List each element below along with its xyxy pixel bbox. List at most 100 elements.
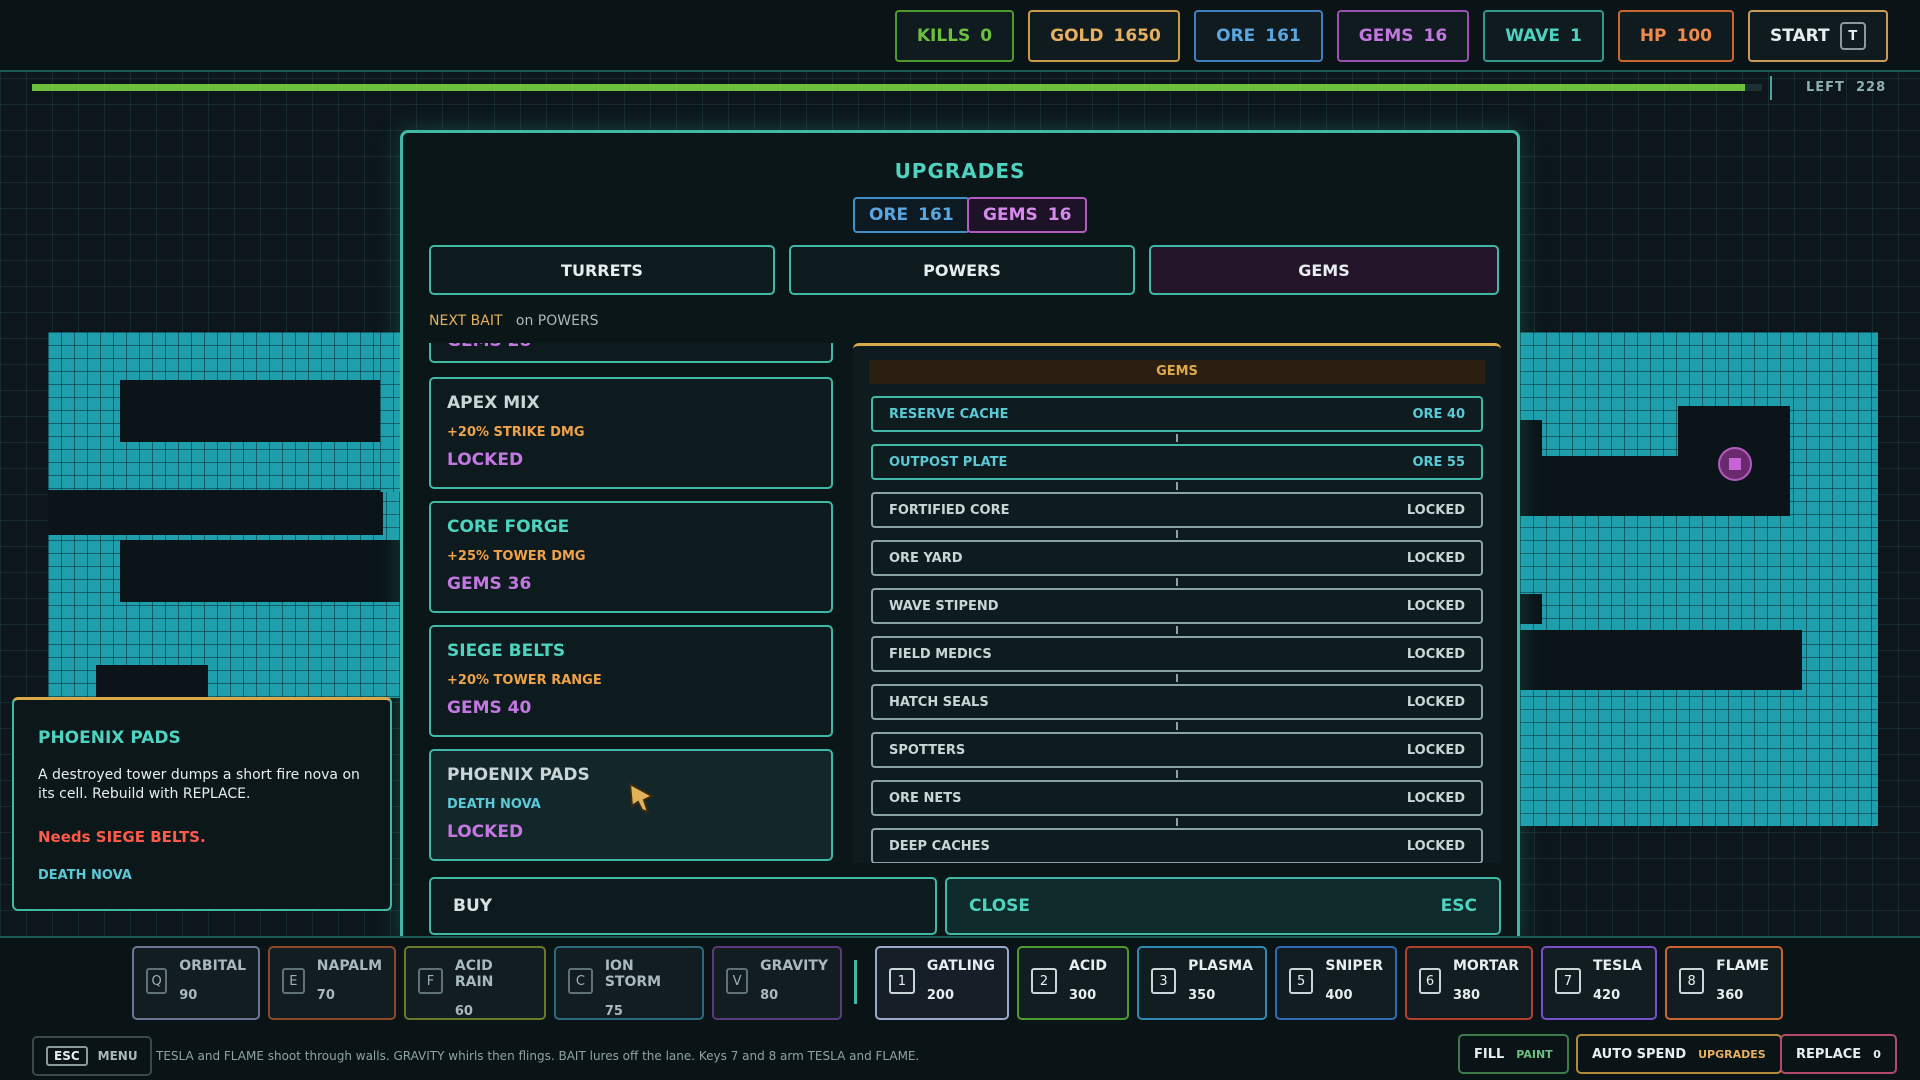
slot-key: F — [418, 968, 443, 994]
tree-header: GEMS — [869, 360, 1485, 384]
map-path — [1520, 420, 1542, 456]
tree-node-fortified-core[interactable]: FORTIFIED CORE LOCKED — [871, 492, 1483, 528]
tree-node-ore-nets[interactable]: ORE NETS LOCKED — [871, 780, 1483, 816]
buy-label: BUY — [453, 896, 493, 916]
upgrades-modal: UPGRADES ORE 161 GEMS 16 TURRETS POWERS … — [400, 130, 1520, 948]
node-cost: LOCKED — [1406, 694, 1465, 710]
stats-row: KILLS 0 GOLD 1650 ORE 161 GEMS 16 WAVE 1… — [894, 10, 1888, 62]
turret-slot-acid[interactable]: 2 ACID 300 — [1017, 946, 1129, 1020]
turret-slot-tesla[interactable]: 7 TESLA 420 — [1541, 946, 1657, 1020]
replace-toggle[interactable]: REPLACE 0 — [1780, 1034, 1897, 1074]
turret-slot-plasma[interactable]: 3 PLASMA 350 — [1137, 946, 1267, 1020]
tree-node-reserve-cache[interactable]: RESERVE CACHE ORE 40 — [871, 396, 1483, 432]
menu-button[interactable]: ESC MENU — [32, 1036, 152, 1076]
tab-powers[interactable]: POWERS — [789, 245, 1135, 295]
slot-price: 200 — [926, 988, 954, 1003]
ore-value: 161 — [1265, 26, 1301, 46]
slot-name: TESLA — [1593, 958, 1642, 974]
wave-label: WAVE — [1505, 26, 1560, 46]
power-slot-ion-storm[interactable]: C ION STORM 75 — [554, 946, 704, 1020]
slot-name: GATLING — [926, 958, 995, 974]
tooltip-requirement: Needs SIEGE BELTS. — [38, 828, 206, 846]
left-label: LEFT — [1806, 80, 1845, 95]
turret-slot-flame[interactable]: 8 FLAME 360 — [1665, 946, 1783, 1020]
tree-node-field-medics[interactable]: FIELD MEDICS LOCKED — [871, 636, 1483, 672]
gold-stat: GOLD 1650 — [1028, 10, 1181, 62]
tree-connector — [1176, 770, 1178, 778]
tree-node-deep-caches[interactable]: DEEP CACHES LOCKED — [871, 828, 1483, 863]
tree-node-outpost-plate[interactable]: OUTPOST PLATE ORE 55 — [871, 444, 1483, 480]
slot-price: 360 — [1716, 988, 1744, 1003]
fill-paint-toggle[interactable]: FILL PAINT — [1458, 1034, 1569, 1074]
upgrade-card-partial[interactable]: GEMS 28 — [429, 343, 833, 363]
spawn-icon — [1729, 458, 1741, 470]
node-name: HATCH SEALS — [889, 694, 989, 710]
tree-node-wave-stipend[interactable]: WAVE STIPEND LOCKED — [871, 588, 1483, 624]
enemy-spawn-marker[interactable] — [1718, 447, 1752, 481]
modal-ore-value: 161 — [918, 205, 954, 225]
node-cost: ORE 55 — [1412, 454, 1465, 470]
left-value: 228 — [1855, 80, 1887, 95]
tooltip-tag: DEATH NOVA — [38, 868, 132, 883]
turret-slot-sniper[interactable]: 5 SNIPER 400 — [1275, 946, 1397, 1020]
tree-node-ore-yard[interactable]: ORE YARD LOCKED — [871, 540, 1483, 576]
map-path — [96, 665, 208, 698]
upgrade-card-siege-belts[interactable]: SIEGE BELTS +20% TOWER RANGE GEMS 40 — [429, 625, 833, 737]
buy-button[interactable]: BUY — [429, 877, 937, 935]
slot-price: 300 — [1069, 988, 1097, 1003]
close-button[interactable]: CLOSE ESC — [945, 877, 1501, 935]
power-slot-gravity[interactable]: V GRAVITY 80 — [712, 946, 842, 1020]
tooltip-description: A destroyed tower dumps a short fire nov… — [38, 767, 360, 802]
turret-slot-gatling[interactable]: 1 GATLING 200 — [875, 946, 1009, 1020]
node-cost: LOCKED — [1406, 790, 1465, 806]
slot-name: ION STORM — [604, 958, 662, 990]
hint-text: TESLA and FLAME shoot through walls. GRA… — [156, 1049, 920, 1063]
node-cost: ORE 40 — [1412, 406, 1465, 422]
card-effect: +20% STRIKE DMG — [447, 425, 585, 440]
card-cost: GEMS 28 — [447, 343, 815, 351]
hp-value: 100 — [1676, 26, 1713, 46]
power-slot-acid-rain[interactable]: F ACID RAIN 60 — [404, 946, 546, 1020]
node-name: ORE YARD — [889, 550, 963, 566]
card-name: CORE FORGE — [447, 517, 570, 537]
power-slot-orbital[interactable]: Q ORBITAL 90 — [132, 946, 260, 1020]
upgrade-card-core-forge[interactable]: CORE FORGE +25% TOWER DMG GEMS 36 — [429, 501, 833, 613]
start-label: START — [1770, 26, 1830, 46]
modal-ore: ORE 161 — [853, 197, 970, 233]
slot-key: 6 — [1419, 968, 1441, 994]
card-cost: GEMS 40 — [447, 698, 532, 718]
node-name: OUTPOST PLATE — [889, 454, 1008, 470]
slot-key: V — [726, 968, 749, 994]
slot-price: 400 — [1325, 988, 1353, 1003]
tree-node-spotters[interactable]: SPOTTERS LOCKED — [871, 732, 1483, 768]
slot-price: 80 — [760, 988, 779, 1003]
tab-turrets[interactable]: TURRETS — [429, 245, 775, 295]
slot-key: 1 — [889, 968, 915, 994]
wave-progress-bar — [32, 84, 1762, 91]
start-wave-button[interactable]: START T — [1748, 10, 1888, 62]
turret-slot-mortar[interactable]: 6 MORTAR 380 — [1405, 946, 1533, 1020]
wave-value: 1 — [1569, 26, 1582, 46]
modal-gems: GEMS 16 — [967, 197, 1088, 233]
kills-stat: KILLS 0 — [894, 10, 1015, 62]
tree-connector — [1176, 434, 1178, 442]
upgrade-card-apex-mix[interactable]: APEX MIX +20% STRIKE DMG LOCKED — [429, 377, 833, 489]
node-name: RESERVE CACHE — [889, 406, 1009, 422]
slot-price: 350 — [1188, 988, 1216, 1003]
close-label: CLOSE — [969, 896, 1031, 916]
ore-label: ORE — [1216, 26, 1256, 46]
power-slot-napalm[interactable]: E NAPALM 70 — [268, 946, 396, 1020]
tree-connector — [1176, 626, 1178, 634]
build-bar: Q ORBITAL 90 E NAPALM 70 F ACID RAIN 60 C I… — [132, 946, 1783, 1020]
auto-spend-toggle[interactable]: AUTO SPEND UPGRADES — [1576, 1034, 1782, 1074]
slot-key: C — [568, 968, 593, 994]
kills-value: 0 — [980, 26, 993, 46]
kills-label: KILLS — [916, 26, 971, 46]
progress-divider — [1770, 76, 1772, 100]
tab-gems[interactable]: GEMS — [1149, 245, 1499, 295]
auto-value: UPGRADES — [1698, 1047, 1766, 1061]
wave-progress-fill — [32, 84, 1745, 91]
next-label: NEXT — [429, 313, 467, 329]
tree-node-hatch-seals[interactable]: HATCH SEALS LOCKED — [871, 684, 1483, 720]
slot-key: Q — [146, 968, 168, 994]
